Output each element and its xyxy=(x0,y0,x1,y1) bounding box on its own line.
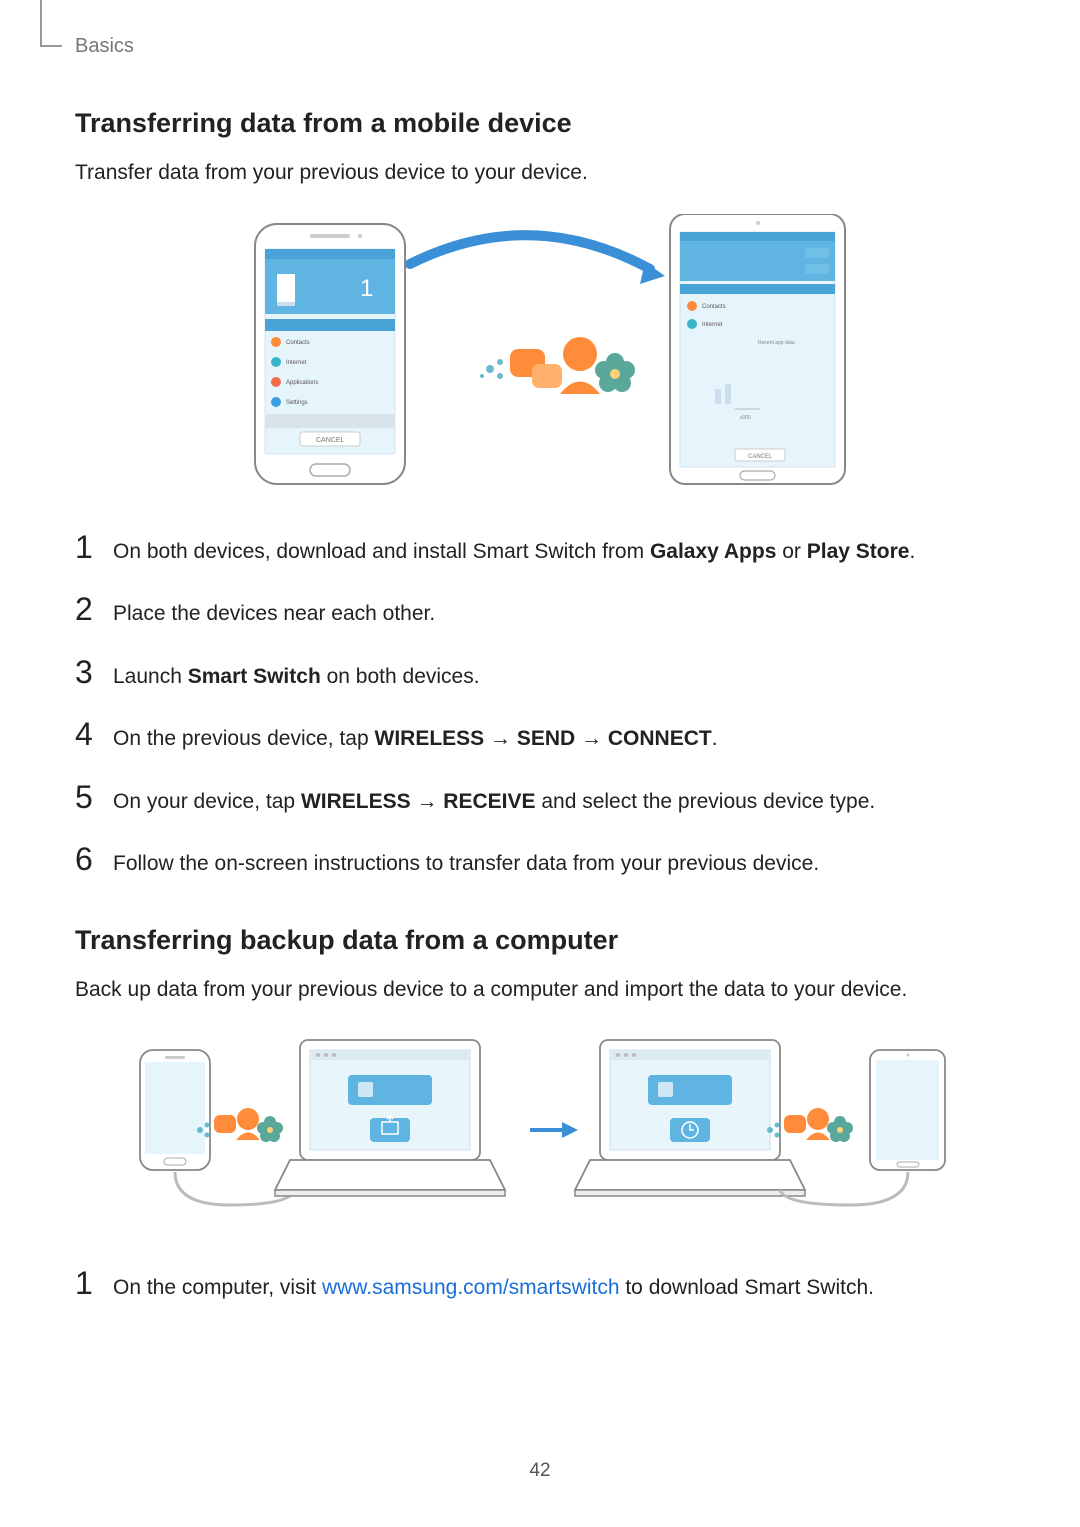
svg-text:Internet: Internet xyxy=(286,360,307,366)
step-text: Launch Smart Switch on both devices. xyxy=(113,661,480,693)
section-title-computer-backup: Transferring backup data from a computer xyxy=(75,925,1005,956)
steps-list-computer: 1 On the computer, visit www.samsung.com… xyxy=(75,1265,1005,1304)
step-3: 3 Launch Smart Switch on both devices. xyxy=(75,654,1005,693)
step-1: 1 On both devices, download and install … xyxy=(75,529,1005,568)
step-text: On both devices, download and install Sm… xyxy=(113,536,915,568)
svg-text:1: 1 xyxy=(360,275,373,302)
step-number: 1 xyxy=(75,1265,113,1302)
step-number: 6 xyxy=(75,841,113,878)
step-text: On the computer, visit www.samsung.com/s… xyxy=(113,1272,874,1304)
step-number: 1 xyxy=(75,529,113,566)
section-intro-computer: Back up data from your previous device t… xyxy=(75,974,1005,1006)
svg-text:CANCEL: CANCEL xyxy=(748,454,773,460)
step-number: 3 xyxy=(75,654,113,691)
svg-text:Contacts: Contacts xyxy=(286,340,310,346)
figure-mobile-transfer: 1 Contacts Internet Applications Setting… xyxy=(75,214,1005,494)
transfer-illustration-svg: 1 Contacts Internet Applications Setting… xyxy=(230,214,850,494)
svg-text:Applications: Applications xyxy=(286,380,318,386)
svg-text:Contacts: Contacts xyxy=(702,304,726,310)
svg-text:Recent app data: Recent app data xyxy=(758,340,795,346)
svg-text:CANCEL: CANCEL xyxy=(316,437,345,444)
section-title-mobile-transfer: Transferring data from a mobile device xyxy=(75,108,1005,139)
svg-text:Internet: Internet xyxy=(702,322,723,328)
step-1-computer: 1 On the computer, visit www.samsung.com… xyxy=(75,1265,1005,1304)
step-4: 4 On the previous device, tap WIRELESS →… xyxy=(75,716,1005,755)
running-header: Basics xyxy=(75,35,1005,58)
computer-backup-illustration-svg xyxy=(130,1030,950,1230)
step-text: Follow the on-screen instructions to tra… xyxy=(113,848,819,880)
svg-text:Settings: Settings xyxy=(286,400,308,406)
smartswitch-link[interactable]: www.samsung.com/smartswitch xyxy=(322,1276,620,1299)
figure-computer-backup xyxy=(75,1030,1005,1230)
step-number: 4 xyxy=(75,716,113,753)
step-2: 2 Place the devices near each other. xyxy=(75,591,1005,630)
step-text: Place the devices near each other. xyxy=(113,598,435,630)
step-5: 5 On your device, tap WIRELESS → RECEIVE… xyxy=(75,779,1005,818)
step-number: 2 xyxy=(75,591,113,628)
svg-text:x000: x000 xyxy=(740,415,751,421)
page-content: Basics Transferring data from a mobile d… xyxy=(0,0,1080,1527)
step-text: On the previous device, tap WIRELESS → S… xyxy=(113,723,718,755)
step-text: On your device, tap WIRELESS → RECEIVE a… xyxy=(113,786,875,818)
steps-list-mobile: 1 On both devices, download and install … xyxy=(75,529,1005,880)
step-6: 6 Follow the on-screen instructions to t… xyxy=(75,841,1005,880)
page-number: 42 xyxy=(0,1460,1080,1482)
step-number: 5 xyxy=(75,779,113,816)
section-intro-mobile: Transfer data from your previous device … xyxy=(75,157,1005,189)
